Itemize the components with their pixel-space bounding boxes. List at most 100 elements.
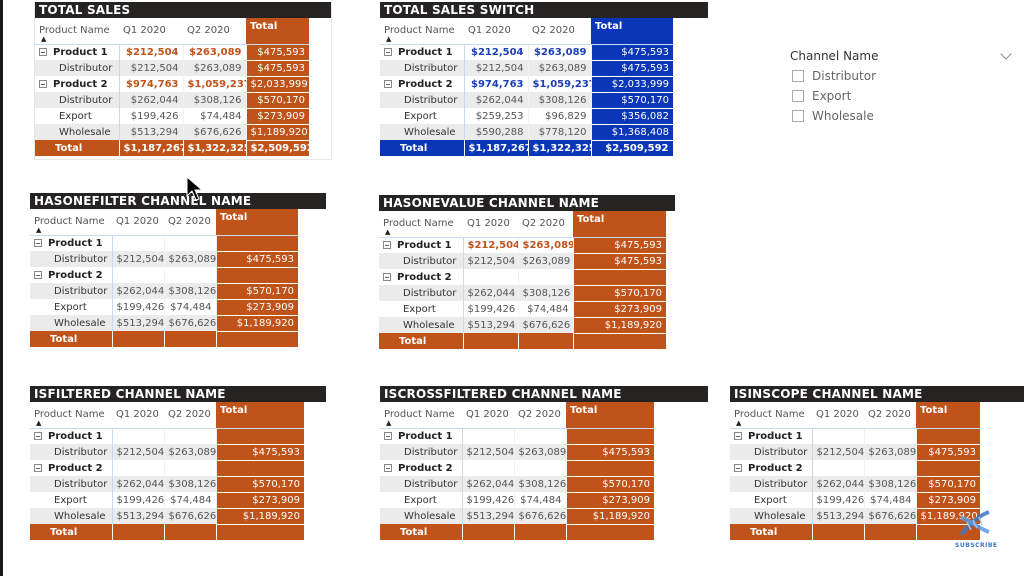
header-total[interactable]: Total	[216, 209, 298, 236]
checkbox[interactable]	[792, 90, 804, 102]
header-q2[interactable]: Q2 2020	[518, 211, 573, 238]
matrix-header-row: Product Name ▲ Q1 2020 Q2 2020 Total	[380, 18, 673, 45]
cell-total: $273,909	[216, 492, 304, 509]
header-q1[interactable]: Q1 2020	[112, 402, 164, 429]
header-q1[interactable]: Q1 2020	[812, 402, 864, 429]
header-q2[interactable]: Q2 2020	[528, 18, 591, 45]
header-total[interactable]: Total	[591, 18, 673, 45]
sort-ascending-icon[interactable]: ▲	[41, 35, 46, 43]
hasonefilter-matrix[interactable]: HASONEFILTER CHANNEL NAME Product Name ▲ …	[30, 193, 326, 347]
cell-q1	[462, 428, 515, 444]
hasonevalue-matrix[interactable]: HASONEVALUE CHANNEL NAME Product Name ▲ Q…	[379, 195, 675, 349]
table-row-grand-total: Total	[380, 524, 655, 540]
header-q1[interactable]: Q1 2020	[464, 18, 528, 45]
cell-q2	[164, 524, 217, 540]
total-sales-matrix[interactable]: TOTAL SALES Product Name ▲ Q1 2020 Q2 202…	[35, 2, 331, 156]
header-total[interactable]: Total	[246, 18, 309, 45]
header-product-name[interactable]: Product Name ▲	[30, 209, 112, 236]
checkbox[interactable]	[792, 110, 804, 122]
sort-ascending-icon[interactable]: ▲	[386, 35, 391, 43]
header-product-name[interactable]: Product Name ▲	[35, 18, 119, 45]
collapse-icon[interactable]	[384, 79, 392, 88]
subscribe-label: SUBSCRIBE	[955, 542, 998, 549]
slicer-item-wholesale[interactable]: Wholesale	[790, 106, 1020, 126]
collapse-icon[interactable]	[383, 272, 391, 281]
cell-q2	[514, 428, 567, 444]
collapse-icon[interactable]	[34, 431, 42, 440]
row-label: Product 1	[48, 430, 103, 442]
table-row-product-2-distributor: Distributor $262,044 $308,126 $570,170	[380, 476, 654, 493]
header-q1[interactable]: Q1 2020	[462, 402, 514, 429]
cell-total: $570,170	[566, 476, 654, 493]
cell-q1: $212,504	[464, 44, 529, 60]
collapse-icon[interactable]	[34, 238, 42, 247]
total-sales-switch-matrix[interactable]: TOTAL SALES SWITCH Product Name ▲ Q1 2020…	[380, 2, 708, 156]
iscrossfiltered-matrix[interactable]: ISCROSSFILTERED CHANNEL NAME Product Nam…	[380, 386, 708, 540]
header-product-name[interactable]: Product Name ▲	[730, 402, 812, 429]
collapse-icon[interactable]	[34, 463, 42, 472]
collapse-icon[interactable]	[34, 270, 42, 279]
header-total[interactable]: Total	[566, 402, 654, 429]
matrix-header-row: Product Name ▲ Q1 2020 Q2 2020 Total	[30, 209, 298, 236]
subscribe-watermark[interactable]: SUBSCRIBE	[955, 508, 1000, 549]
header-product-name[interactable]: Product Name ▲	[380, 18, 464, 45]
table-row-product-1-distributor: Distributor $212,504 $263,089 $475,593	[380, 444, 654, 461]
collapse-icon[interactable]	[39, 79, 47, 88]
cell-q2: $1,059,237	[183, 76, 247, 92]
collapse-icon[interactable]	[39, 47, 47, 56]
header-q2[interactable]: Q2 2020	[514, 402, 566, 429]
header-q2[interactable]: Q2 2020	[183, 18, 246, 45]
cell-q1: $262,044	[119, 92, 184, 108]
header-q2[interactable]: Q2 2020	[164, 402, 216, 429]
sort-ascending-icon[interactable]: ▲	[736, 419, 741, 427]
cell-q2: $308,126	[164, 283, 217, 299]
header-total[interactable]: Total	[916, 402, 980, 429]
header-q2[interactable]: Q2 2020	[864, 402, 916, 429]
cell-q1	[462, 524, 515, 540]
header-q1[interactable]: Q1 2020	[463, 211, 518, 238]
cell-total: $475,593	[573, 237, 666, 254]
header-q2[interactable]: Q2 2020	[164, 209, 216, 236]
row-label: Distributor	[35, 60, 120, 76]
cell-total	[566, 524, 655, 540]
header-product-name[interactable]: Product Name ▲	[379, 211, 463, 238]
table-row-grand-total: Total $1,187,267 $1,322,325 $2,509,592	[380, 140, 674, 156]
header-total[interactable]: Total	[216, 402, 304, 429]
isfiltered-matrix[interactable]: ISFILTERED CHANNEL NAME Product Name ▲ Q1…	[30, 386, 326, 540]
table-row-product-2-wholesale: Wholesale $513,294 $676,626 $1,189,920	[30, 315, 298, 332]
sort-ascending-icon[interactable]: ▲	[36, 226, 41, 234]
header-product-name[interactable]: Product Name ▲	[380, 402, 462, 429]
header-q1[interactable]: Q1 2020	[112, 209, 164, 236]
cell-q2: $308,126	[518, 285, 574, 301]
row-label: Export	[380, 108, 465, 124]
collapse-icon[interactable]	[734, 431, 742, 440]
row-label: Distributor	[30, 476, 113, 492]
cell-q2: $263,089	[164, 444, 217, 460]
cell-q1: $212,504	[463, 237, 519, 253]
collapse-icon[interactable]	[384, 463, 392, 472]
chevron-down-icon[interactable]	[1000, 48, 1012, 60]
cell-total: $475,593	[246, 44, 309, 61]
matrix-header-row: Product Name ▲ Q1 2020 Q2 2020 Total	[35, 18, 309, 45]
collapse-icon[interactable]	[383, 240, 391, 249]
slicer-header[interactable]: Channel Name	[790, 46, 1020, 66]
cell-q1: $262,044	[463, 285, 519, 301]
sort-ascending-icon[interactable]: ▲	[386, 419, 391, 427]
header-q1[interactable]: Q1 2020	[119, 18, 183, 45]
sort-ascending-icon[interactable]: ▲	[385, 228, 390, 236]
cell-q2: $96,829	[528, 108, 592, 124]
collapse-icon[interactable]	[384, 431, 392, 440]
checkbox[interactable]	[792, 70, 804, 82]
header-total[interactable]: Total	[573, 211, 666, 238]
slicer-title: Channel Name	[790, 49, 879, 63]
cell-q2: $263,089	[164, 251, 217, 267]
slicer-item-export[interactable]: Export	[790, 86, 1020, 106]
slicer-item-distributor[interactable]: Distributor	[790, 66, 1020, 86]
cell-total: $475,593	[246, 60, 309, 77]
collapse-icon[interactable]	[734, 463, 742, 472]
sort-ascending-icon[interactable]: ▲	[36, 419, 41, 427]
cell-q1: $1,187,267	[464, 140, 529, 156]
table-row-product-1: Product 1 $212,504 $263,089 $475,593	[380, 44, 673, 61]
collapse-icon[interactable]	[384, 47, 392, 56]
header-product-name[interactable]: Product Name ▲	[30, 402, 112, 429]
